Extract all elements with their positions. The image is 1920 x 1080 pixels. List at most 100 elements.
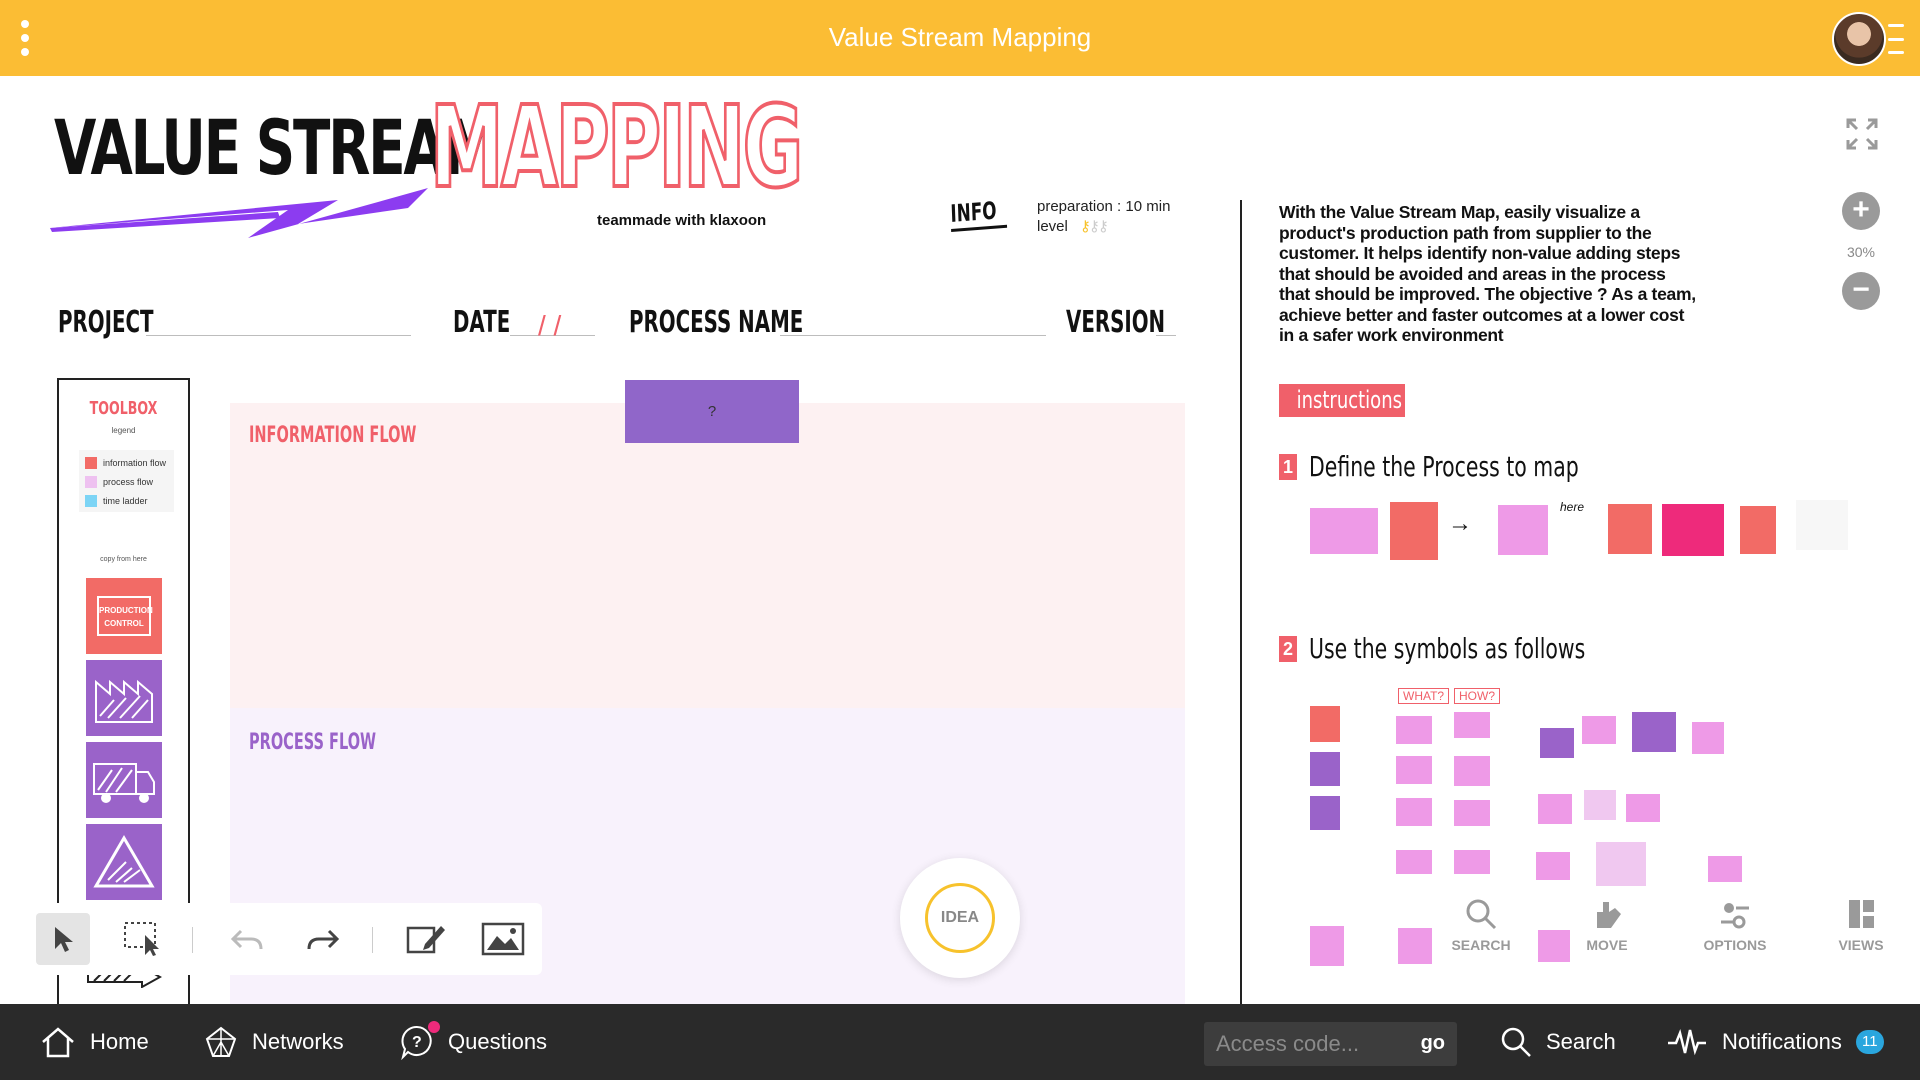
mini-symbol <box>1310 752 1340 786</box>
process-flow-title: PROCESS FLOW <box>249 730 377 755</box>
mini-sticky <box>1310 508 1378 554</box>
step-1: 1 Define the Process to map <box>1279 450 1678 483</box>
what-label: WHAT? <box>1398 688 1450 704</box>
step-text: Use the symbols as follows <box>1309 632 1586 665</box>
options-tool-label: OPTIONS <box>1703 937 1767 953</box>
nav-notifications-label: Notifications <box>1722 1029 1842 1054</box>
zoom-in-button[interactable]: + <box>1842 192 1880 230</box>
nav-search[interactable]: Search <box>1500 1024 1616 1060</box>
info-tag: INFO <box>950 196 998 228</box>
mini-symbol <box>1310 796 1340 830</box>
mini-sticky <box>1398 928 1432 964</box>
pen-draw-icon <box>406 926 445 954</box>
inventory-symbol[interactable] <box>86 824 162 900</box>
options-tool-button[interactable]: OPTIONS <box>1700 898 1770 953</box>
options-icon <box>1721 903 1749 929</box>
nav-questions[interactable]: ? Questions <box>400 1024 547 1060</box>
zoom-level: 30% <box>1846 244 1876 260</box>
project-line[interactable] <box>146 335 411 336</box>
views-icon <box>1849 900 1874 928</box>
process-sticky-note[interactable]: ? <box>625 380 799 443</box>
factory-icon <box>95 679 153 723</box>
mini-sticky <box>1498 505 1548 555</box>
mini-sticky <box>1396 756 1432 784</box>
mini-sticky <box>1538 930 1570 962</box>
user-avatar[interactable] <box>1832 12 1886 66</box>
mini-sticky <box>1582 716 1616 744</box>
legend-swatch <box>85 495 97 507</box>
mini-production-control <box>1390 502 1438 560</box>
mini-production-control <box>1740 506 1776 554</box>
how-label: HOW? <box>1454 688 1500 704</box>
step-number: 2 <box>1279 635 1297 662</box>
mini-sticky <box>1454 850 1490 874</box>
zoom-out-button[interactable]: − <box>1842 272 1880 310</box>
truck-symbol[interactable] <box>86 742 162 818</box>
version-line[interactable] <box>1156 335 1176 336</box>
image-icon <box>481 922 525 956</box>
mini-symbol <box>1632 712 1676 752</box>
draw-tool-button[interactable] <box>398 913 452 965</box>
factory-symbol[interactable] <box>86 660 162 736</box>
search-tool-button[interactable]: SEARCH <box>1446 898 1516 953</box>
toolbar-separator <box>372 927 373 953</box>
bottom-nav-bar: Home Networks ? Questions go Search Noti… <box>0 1004 1920 1080</box>
lasso-select-button[interactable] <box>116 913 170 965</box>
notifications-count-badge: 11 <box>1855 1030 1884 1054</box>
questions-alert-dot <box>428 1021 440 1033</box>
access-code-box: go <box>1204 1022 1457 1066</box>
logo-mapping: MAPPING <box>429 83 805 213</box>
top-bar: Value Stream Mapping <box>0 0 1920 76</box>
redo-button[interactable] <box>296 913 350 965</box>
process-name-line[interactable] <box>780 335 1046 336</box>
search-tool-label: SEARCH <box>1451 937 1511 953</box>
mini-symbol <box>1540 728 1574 758</box>
access-code-input[interactable] <box>1216 1028 1406 1060</box>
home-icon <box>42 1027 74 1058</box>
nav-networks[interactable]: Networks <box>204 1024 344 1060</box>
mini-sticky <box>1536 852 1570 880</box>
date-label: DATE <box>453 305 511 340</box>
mini-sticky <box>1396 798 1432 826</box>
mini-production-control <box>1608 504 1652 554</box>
move-icon <box>1597 902 1621 928</box>
fullscreen-icon[interactable] <box>1846 118 1878 150</box>
information-flow-zone[interactable]: INFORMATION FLOW <box>230 403 1185 708</box>
level-text: level <box>1037 218 1068 235</box>
mini-sticky <box>1454 712 1490 738</box>
nav-questions-label: Questions <box>448 1029 548 1054</box>
move-tool-button[interactable]: MOVE <box>1572 898 1642 953</box>
area-select-icon <box>124 922 159 956</box>
legend-item: information flow <box>85 456 166 470</box>
idea-button[interactable]: IDEA <box>900 858 1020 978</box>
mini-menu <box>1796 500 1848 550</box>
mini-sticky <box>1310 926 1344 966</box>
mini-sticky <box>1584 790 1616 820</box>
image-tool-button[interactable] <box>476 913 530 965</box>
mini-sticky <box>1538 794 1572 824</box>
views-tool-button[interactable]: VIEWS <box>1826 898 1896 953</box>
nav-notifications[interactable]: Notifications 11 <box>1666 1024 1884 1060</box>
views-tool-label: VIEWS <box>1838 937 1884 953</box>
legend-label: process flow <box>103 477 154 487</box>
select-tool-button[interactable] <box>36 913 90 965</box>
user-menu-icon[interactable] <box>1888 24 1904 54</box>
preparation-info: preparation : 10 min level ⚷⚷⚷ <box>1037 197 1170 237</box>
production-control-symbol[interactable]: PRODUCTION CONTROL <box>86 578 162 654</box>
instructions-label: instructions <box>1296 386 1402 414</box>
legend-label: information flow <box>103 458 167 468</box>
access-go-button[interactable]: go <box>1421 1032 1445 1055</box>
mini-sticky <box>1626 794 1660 822</box>
teammade-caption: teammade with klaxoon <box>597 212 767 229</box>
mini-sticky <box>1396 716 1432 744</box>
legend-swatch <box>85 476 97 488</box>
nav-networks-label: Networks <box>252 1029 344 1054</box>
legend-box: information flow process flow time ladde… <box>79 450 174 512</box>
undo-button[interactable] <box>220 913 274 965</box>
idea-label: IDEA <box>925 883 995 953</box>
level-key-icon: ⚷⚷⚷ <box>1079 218 1109 235</box>
step-text: Define the Process to map <box>1309 450 1579 483</box>
nav-home[interactable]: Home <box>40 1024 149 1060</box>
logo-arrow-icon <box>50 188 428 238</box>
inventory-triangle-icon <box>93 835 155 888</box>
